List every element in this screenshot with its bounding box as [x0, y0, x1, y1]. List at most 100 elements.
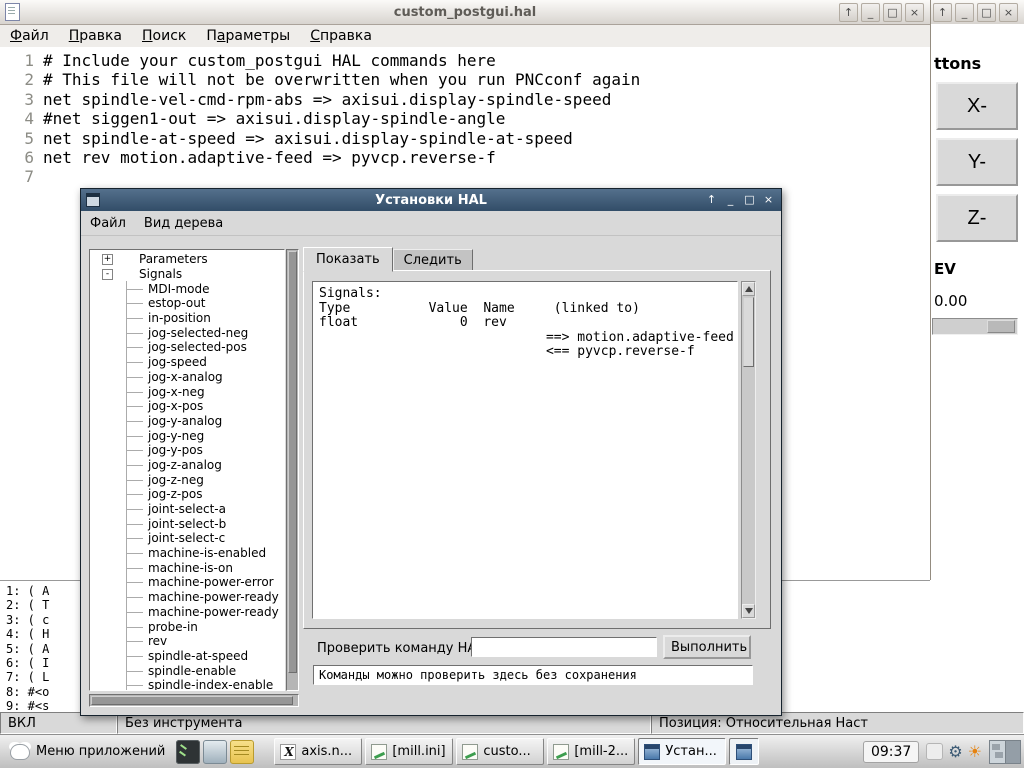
terminal-launcher-icon[interactable] — [176, 739, 201, 764]
tree-item[interactable]: spindle-enable — [90, 663, 284, 678]
notes-launcher-icon[interactable] — [230, 739, 255, 764]
tree-item[interactable]: jog-z-neg — [90, 472, 284, 487]
tree-item[interactable]: jog-z-pos — [90, 487, 284, 502]
tree-item[interactable]: jog-z-analog — [90, 457, 284, 473]
line-number: 7 — [24, 167, 34, 187]
tree-item[interactable]: jog-x-analog — [90, 369, 284, 385]
workspace-2-cell[interactable] — [1005, 740, 1020, 763]
tree-item[interactable]: machine-is-enabled — [90, 545, 284, 561]
editor-menu-item[interactable]: Параметры — [196, 27, 300, 45]
notebook-tab[interactable]: Следить — [392, 249, 473, 272]
tree-item[interactable]: machine-power-ready — [90, 589, 284, 605]
axis-window-titlebar[interactable]: ↑ _ □ × — [930, 0, 1024, 25]
taskbar: Меню приложений axis.n... [mill.ini] — [0, 734, 1024, 768]
tree-item[interactable]: jog-y-pos — [90, 442, 284, 458]
execute-button[interactable]: Выполнить — [663, 635, 751, 659]
close-button[interactable]: × — [761, 192, 776, 207]
tree-item[interactable]: jog-x-neg — [90, 384, 284, 399]
output-vertical-scrollbar[interactable] — [741, 281, 756, 619]
tree-expander-icon[interactable]: - — [102, 268, 113, 280]
minimize-button[interactable]: _ — [723, 192, 738, 207]
taskbar-task-button[interactable]: axis.n... — [274, 738, 363, 765]
task-label: [mill-2... — [574, 744, 629, 759]
settings-gear-icon[interactable]: ⚙ — [948, 743, 962, 760]
workspace-1-cell[interactable] — [990, 740, 1005, 763]
notification-tray-icon[interactable] — [926, 743, 944, 760]
tree-item[interactable]: jog-x-pos — [90, 398, 284, 414]
tree-item[interactable]: jog-selected-neg — [90, 325, 284, 340]
editor-titlebar[interactable]: custom_postgui.hal ↑ _ □ × — [0, 0, 930, 25]
notebook-tab[interactable]: Показать — [303, 247, 393, 272]
maximize-button[interactable]: □ — [977, 3, 996, 22]
tree-vertical-scrollbar[interactable] — [286, 249, 299, 691]
editor-menu-item[interactable]: Правка — [59, 27, 132, 45]
tree-expander-icon[interactable]: + — [102, 253, 113, 265]
tree-item[interactable]: probe-in — [90, 619, 284, 634]
tree-item[interactable]: machine-is-on — [90, 560, 284, 575]
rev-slider-handle[interactable] — [987, 320, 1015, 333]
tree-item[interactable]: joint-select-c — [90, 531, 284, 546]
close-button[interactable]: × — [905, 3, 924, 22]
tree-item[interactable]: MDI-mode — [90, 281, 284, 296]
tree-item-label: jog-selected-neg — [148, 325, 249, 340]
editor-menu-item[interactable]: Справка — [300, 27, 382, 45]
tree-item[interactable]: jog-selected-pos — [90, 340, 284, 355]
minimize-button[interactable]: _ — [955, 3, 974, 22]
hal-output-area: Signals: Type Value Name (linked to) float… — [312, 281, 738, 619]
editor-code-line: 2 # This file will not be overwritten wh… — [0, 70, 930, 89]
pyvcp-panel: ttons X- Y- Z- EV 0.00 — [930, 24, 1024, 712]
taskbar-task-button[interactable]: [mill.ini] — [365, 738, 454, 765]
workspace-pager — [989, 739, 1021, 764]
scrollbar-thumb[interactable] — [743, 297, 754, 367]
applications-menu-button[interactable]: Меню приложений — [3, 738, 173, 766]
editor-menu-item[interactable]: Поиск — [132, 27, 196, 45]
tree-item[interactable]: in-position — [90, 310, 284, 326]
minimized-window-button[interactable] — [729, 738, 760, 765]
line-number: 5 — [24, 128, 34, 148]
taskbar-task-button[interactable]: Устан... — [638, 738, 727, 765]
taskbar-task-button[interactable]: [mill-2... — [547, 738, 636, 765]
tree-item[interactable]: joint-select-a — [90, 501, 284, 517]
axis-window-controls: ↑ _ □ × — [933, 3, 1018, 22]
taskbar-task-button[interactable]: custo... — [456, 738, 545, 765]
tree-horizontal-scrollbar[interactable] — [89, 694, 299, 707]
tree-item[interactable]: - Signals — [90, 267, 284, 282]
screenshot-launcher-icon[interactable] — [203, 739, 228, 764]
hal-dialog-titlebar[interactable]: Установки HAL ↑ _ □ × — [81, 189, 781, 211]
shade-button[interactable]: ↑ — [704, 192, 719, 207]
close-button[interactable]: × — [999, 3, 1018, 22]
tree-item[interactable]: rev — [90, 633, 284, 649]
clock[interactable]: 09:37 — [862, 740, 920, 763]
jog-button[interactable]: X- — [936, 82, 1018, 130]
scrollbar-thumb[interactable] — [91, 696, 293, 705]
tree-item[interactable]: + Parameters — [90, 252, 284, 267]
jog-button[interactable]: Z- — [936, 194, 1018, 242]
updates-sun-icon[interactable]: ☀ — [968, 743, 982, 760]
maximize-button[interactable]: □ — [742, 192, 757, 207]
shade-button[interactable]: ↑ — [933, 3, 952, 22]
hal-menu-item[interactable]: Вид дерева — [135, 214, 232, 233]
hal-tree[interactable]: + Parameters - Signals MDI-mode estop-ou… — [89, 249, 285, 691]
tree-item[interactable]: spindle-index-enable — [90, 677, 284, 690]
line-number: 3 — [24, 89, 34, 109]
tree-item[interactable]: machine-power-ready — [90, 604, 284, 620]
maximize-button[interactable]: □ — [883, 3, 902, 22]
scroll-up-button[interactable] — [742, 282, 755, 296]
tree-item[interactable]: spindle-at-speed — [90, 648, 284, 664]
tree-item[interactable]: joint-select-b — [90, 516, 284, 531]
tree-item[interactable]: jog-speed — [90, 354, 284, 370]
editor-menu-item[interactable]: Файл — [0, 27, 59, 45]
hal-menu-item[interactable]: Файл — [81, 214, 135, 233]
shade-button[interactable]: ↑ — [839, 3, 858, 22]
jog-button[interactable]: Y- — [936, 138, 1018, 186]
editor-code-line: 6 net rev motion.adaptive-feed => pyvcp.… — [0, 148, 930, 167]
scrollbar-thumb[interactable] — [288, 251, 297, 674]
scroll-down-button[interactable] — [742, 604, 755, 618]
hal-command-input[interactable] — [471, 637, 657, 657]
tree-item[interactable]: machine-power-error — [90, 575, 284, 590]
tree-item[interactable]: estop-out — [90, 296, 284, 311]
tree-item[interactable]: jog-y-analog — [90, 413, 284, 429]
minimize-button[interactable]: _ — [861, 3, 880, 22]
rev-slider[interactable] — [932, 318, 1018, 335]
tree-item[interactable]: jog-y-neg — [90, 428, 284, 443]
